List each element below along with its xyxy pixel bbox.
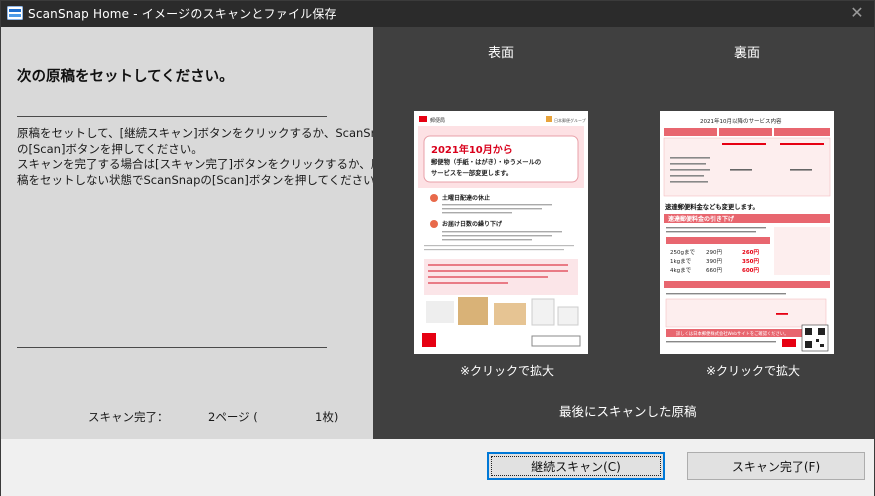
finish-scan-button[interactable]: スキャン完了(F) xyxy=(687,452,865,480)
preview-panel: 表面 裏面 郵便局 日本郵便グループ 2021年10月から 郵便物（手紙・はがき… xyxy=(373,27,874,439)
front-side-label: 表面 xyxy=(488,46,515,61)
instruction-text: 原稿をセットして、[継続スキャン]ボタンをクリックするか、ScanSnap の[… xyxy=(17,126,393,188)
instruction-line: 原稿をセットして、[継続スキャン]ボタンをクリックするか、ScanSnap xyxy=(17,126,393,140)
front-item-1: 土曜日配達の休止 xyxy=(442,194,490,202)
divider-top xyxy=(17,116,327,117)
focus-indicator xyxy=(491,456,661,476)
front-header-left: 郵便局 xyxy=(430,117,445,124)
front-headline-3: サービスを一部変更します。 xyxy=(431,168,512,177)
instruction-panel: 次の原稿をセットしてください。 原稿をセットして、[継続スキャン]ボタンをクリッ… xyxy=(1,27,393,439)
instruction-heading: 次の原稿をセットしてください。 xyxy=(17,69,234,85)
front-zoom-hint: ※クリックで拡大 xyxy=(460,364,555,378)
scanned-sheet-count: 1枚) xyxy=(315,410,339,424)
front-headline-1: 2021年10月から xyxy=(431,143,513,156)
back-row-weight: 250gまで xyxy=(670,249,695,256)
instruction-line: の[Scan]ボタンを押してください。 xyxy=(17,141,203,156)
back-row-old: 390円 xyxy=(706,258,722,265)
back-row-old: 660円 xyxy=(706,267,722,274)
continue-scan-button[interactable]: 継続スキャン(C) xyxy=(487,452,665,480)
back-row-new: 600円 xyxy=(742,267,759,274)
scan-complete-label: スキャン完了： xyxy=(88,410,169,424)
window-title: ScanSnap Home - イメージのスキャンとファイル保存 xyxy=(28,7,337,21)
front-header-right: 日本郵便グループ xyxy=(554,117,586,123)
back-zoom-hint: ※クリックで拡大 xyxy=(706,364,801,378)
last-scanned-caption: 最後にスキャンした原稿 xyxy=(559,404,697,419)
title-bar: ScanSnap Home - イメージのスキャンとファイル保存 ✕ xyxy=(1,1,874,27)
button-bar: 継続スキャン(C) スキャン完了(F) xyxy=(1,439,874,496)
scansnap-app-icon xyxy=(7,6,23,20)
close-icon[interactable]: ✕ xyxy=(848,4,866,22)
back-row-new: 350円 xyxy=(742,258,759,265)
back-row-weight: 4kgまで xyxy=(670,267,692,274)
back-side-label: 裏面 xyxy=(734,46,761,61)
front-item-2: お届け日数の繰り下げ xyxy=(442,220,503,228)
back-page-thumbnail[interactable]: 2021年10月以降のサービス内容 速達郵便料金なども変更します。 速達郵便料金… xyxy=(660,111,834,354)
back-page-image: 2021年10月以降のサービス内容 速達郵便料金なども変更します。 速達郵便料金… xyxy=(660,111,834,354)
scan-dialog-window: ScanSnap Home - イメージのスキャンとファイル保存 ✕ 次の原稿を… xyxy=(0,0,875,496)
back-row-new: 260円 xyxy=(742,249,759,256)
front-page-thumbnail[interactable]: 郵便局 日本郵便グループ 2021年10月から 郵便物（手紙・はがき）・ゆうメー… xyxy=(414,111,588,354)
divider-bottom xyxy=(17,347,327,348)
finish-scan-label: スキャン完了(F) xyxy=(731,459,821,474)
instruction-line: スキャンを完了する場合は[スキャン完了]ボタンをクリックするか、原 xyxy=(17,157,383,171)
back-section-1: 速達郵便料金なども変更します。 xyxy=(665,202,759,211)
back-row-old: 290円 xyxy=(706,249,722,256)
back-section-2: 速達郵便料金の引き下げ xyxy=(668,215,735,223)
scanned-page-count: 2ページ ( xyxy=(208,410,258,424)
front-page-image: 郵便局 日本郵便グループ 2021年10月から 郵便物（手紙・はがき）・ゆうメー… xyxy=(414,111,588,354)
instruction-line: 稿をセットしない状態でScanSnapの[Scan]ボタンを押してください。 xyxy=(17,172,387,187)
back-note: 詳しくは日本郵便株式会社Webサイトをご確認ください。 xyxy=(676,330,789,337)
back-row-weight: 1kgまで xyxy=(670,258,692,265)
back-title: 2021年10月以降のサービス内容 xyxy=(700,117,782,125)
front-headline-2: 郵便物（手紙・はがき）・ゆうメールの xyxy=(431,157,541,166)
